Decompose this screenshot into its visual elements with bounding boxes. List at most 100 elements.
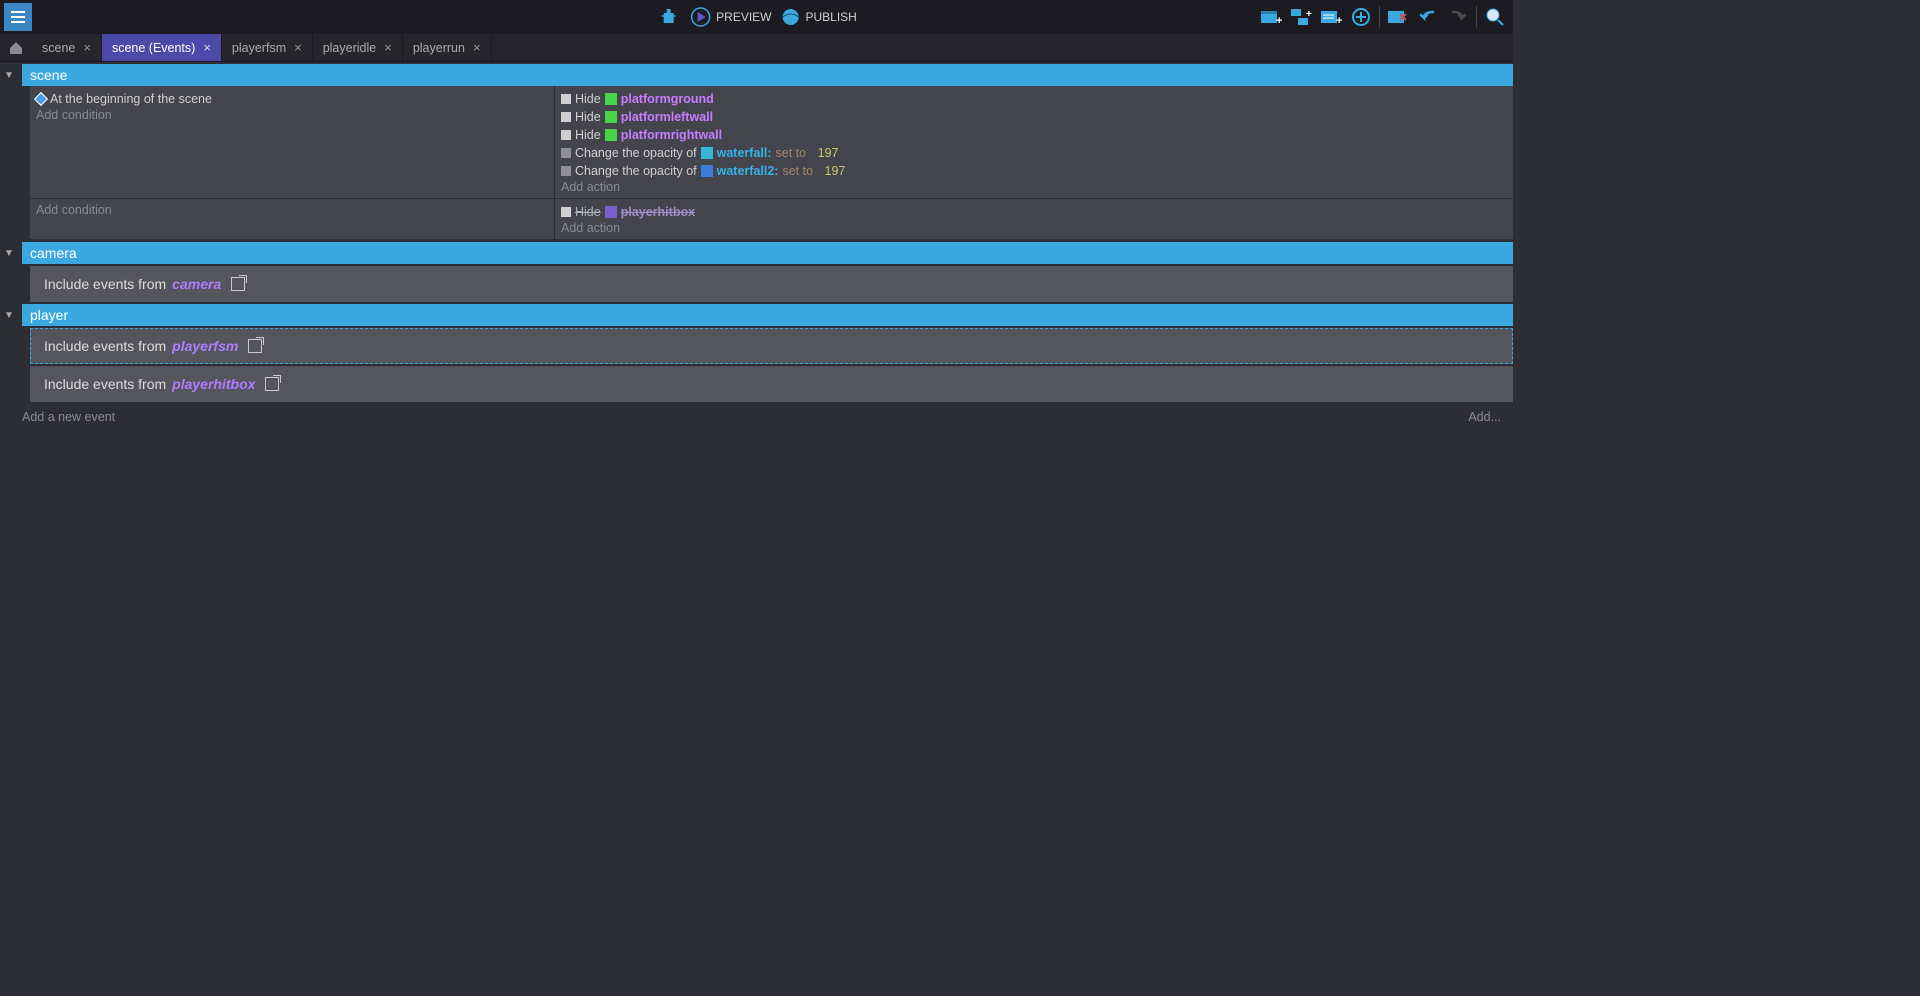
action-verb: Hide	[575, 108, 601, 126]
add-condition[interactable]: Add condition	[36, 203, 548, 217]
action[interactable]: Hide platformleftwall	[561, 108, 1507, 126]
delete-icon[interactable]	[1386, 6, 1410, 28]
divider	[1476, 6, 1477, 28]
svg-text:+: +	[1306, 9, 1312, 20]
object-swatch	[701, 165, 713, 177]
action-text: Change the opacity of	[575, 162, 697, 180]
undo-icon[interactable]	[1416, 6, 1440, 28]
tab-label: scene	[42, 41, 75, 55]
svg-text:+: +	[1276, 15, 1282, 26]
condition[interactable]: At the beginning of the scene	[36, 90, 548, 108]
operator: set to	[782, 162, 813, 180]
group-player: ▼ player	[0, 304, 1513, 326]
tab-label: playerrun	[413, 41, 465, 55]
add-action[interactable]: Add action	[561, 221, 1507, 235]
publish-button[interactable]: PUBLISH	[781, 8, 856, 26]
include-label: Include events from	[44, 276, 166, 292]
operator: set to	[776, 144, 807, 162]
action-icon	[561, 207, 571, 217]
include-label: Include events from	[44, 338, 166, 354]
action[interactable]: Change the opacity ofwaterfall2:set to 1…	[561, 162, 1507, 180]
search-icon[interactable]	[1483, 6, 1507, 28]
object-name: platformleftwall	[621, 108, 713, 126]
top-right-toolbar: + + +	[1259, 6, 1507, 28]
condition-text: At the beginning of the scene	[50, 90, 212, 108]
svg-text:+: +	[1336, 15, 1342, 26]
group-header-scene[interactable]: scene	[22, 64, 1513, 86]
tab-playerrun[interactable]: playerrun ×	[403, 34, 492, 61]
redo-icon[interactable]	[1446, 6, 1470, 28]
action-verb: Hide	[575, 90, 601, 108]
add-circle-icon[interactable]	[1349, 6, 1373, 28]
add-menu[interactable]: Add...	[1468, 410, 1501, 424]
top-bar: PREVIEW PUBLISH + + +	[0, 0, 1513, 34]
close-icon[interactable]: ×	[384, 40, 392, 55]
include-row-camera[interactable]: Include events from camera	[30, 266, 1513, 302]
open-external-icon[interactable]	[248, 339, 262, 353]
conditions-column[interactable]: At the beginning of the scene Add condit…	[30, 86, 555, 199]
collapse-icon[interactable]: ▼	[4, 248, 14, 259]
home-icon	[8, 40, 24, 56]
action-icon	[561, 94, 571, 104]
close-icon[interactable]: ×	[294, 40, 302, 55]
actions-column[interactable]: Hide playerhitbox Add action	[555, 199, 1513, 240]
group-header-camera[interactable]: camera	[22, 242, 1513, 264]
action-icon	[561, 112, 571, 122]
action-icon	[561, 166, 571, 176]
preview-button[interactable]: PREVIEW	[690, 7, 771, 27]
add-action[interactable]: Add action	[561, 180, 1507, 194]
object-name: playerhitbox	[621, 203, 695, 221]
action-verb: Hide	[575, 203, 601, 221]
include-label: Include events from	[44, 376, 166, 392]
action-icon	[561, 148, 571, 158]
add-new-event[interactable]: Add a new event	[22, 410, 115, 424]
actions-column[interactable]: Hideplatformground Hideplatformleftwall …	[555, 86, 1513, 199]
debug-icon[interactable]	[656, 6, 680, 28]
object-name: platformrightwall	[621, 126, 722, 144]
action-text: Change the opacity of	[575, 144, 697, 162]
globe-icon	[781, 8, 799, 26]
group-header-player[interactable]: player	[22, 304, 1513, 326]
include-row-playerhitbox[interactable]: Include events from playerhitbox	[30, 366, 1513, 402]
object-swatch	[605, 129, 617, 141]
include-row-playerfsm[interactable]: Include events from playerfsm	[30, 328, 1513, 364]
action[interactable]: Hide platformrightwall	[561, 126, 1507, 144]
events-sheet: ▼ scene At the beginning of the scene Ad…	[0, 64, 1513, 424]
close-icon[interactable]: ×	[473, 40, 481, 55]
add-event-icon[interactable]: +	[1259, 6, 1283, 28]
main-menu-button[interactable]	[4, 3, 32, 31]
footer-row: Add a new event Add...	[0, 402, 1513, 424]
action-icon	[561, 130, 571, 140]
action-disabled[interactable]: Hide playerhitbox	[561, 203, 1507, 221]
add-subevent-icon[interactable]: +	[1289, 6, 1313, 28]
object-swatch	[701, 147, 713, 159]
group-scene: ▼ scene	[0, 64, 1513, 86]
group-camera: ▼ camera	[0, 242, 1513, 264]
add-comment-icon[interactable]: +	[1319, 6, 1343, 28]
add-condition[interactable]: Add condition	[36, 108, 548, 122]
object-swatch	[605, 111, 617, 123]
collapse-icon[interactable]: ▼	[4, 310, 14, 321]
event-row: Add condition Hide playerhitbox Add actio…	[30, 199, 1513, 240]
menu-icon	[9, 8, 27, 26]
object-swatch	[605, 93, 617, 105]
open-external-icon[interactable]	[231, 277, 245, 291]
close-icon[interactable]: ×	[83, 40, 91, 55]
tab-scene-events[interactable]: scene (Events)×	[102, 34, 222, 61]
action-verb: Hide	[575, 126, 601, 144]
object-name: waterfall:	[717, 144, 772, 162]
close-icon[interactable]: ×	[203, 40, 211, 55]
action[interactable]: Hideplatformground	[561, 90, 1507, 108]
tab-playerfsm[interactable]: playerfsm ×	[222, 34, 313, 61]
tab-label: playerfsm	[232, 41, 286, 55]
scene-start-icon	[34, 92, 48, 106]
include-link: playerhitbox	[172, 376, 255, 392]
home-tab[interactable]	[0, 34, 32, 61]
collapse-icon[interactable]: ▼	[4, 70, 14, 81]
action[interactable]: Change the opacity ofwaterfall:set to 19…	[561, 144, 1507, 162]
tab-playeridle[interactable]: playeridle ×	[313, 34, 403, 61]
open-external-icon[interactable]	[265, 377, 279, 391]
tab-label: playeridle	[323, 41, 377, 55]
conditions-column[interactable]: Add condition	[30, 199, 555, 240]
tab-scene[interactable]: scene ×	[32, 34, 102, 61]
